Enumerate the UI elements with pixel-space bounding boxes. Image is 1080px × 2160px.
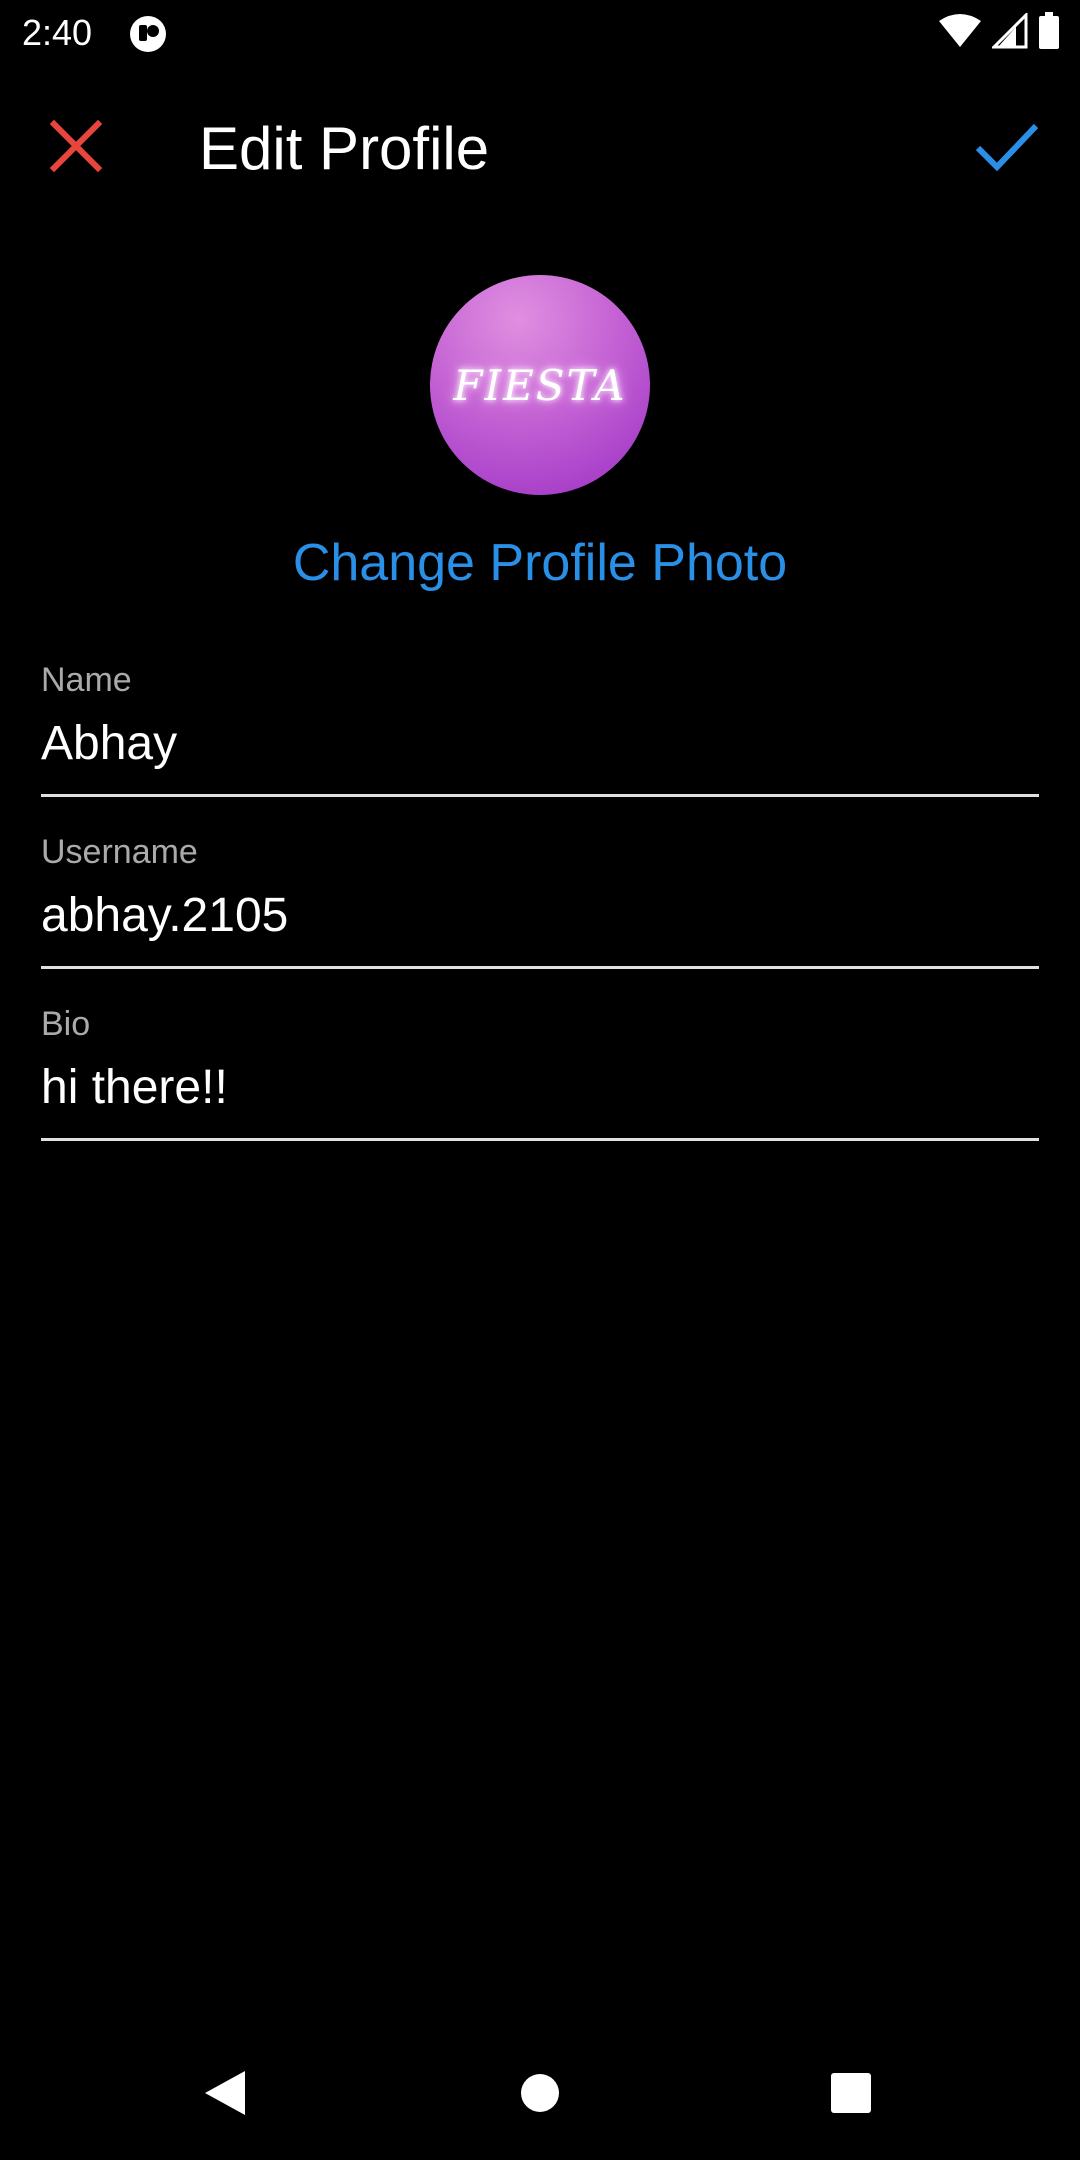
close-button[interactable] [36, 108, 116, 188]
bio-input[interactable]: hi there!! [41, 1053, 228, 1123]
navigation-bar [0, 2028, 1080, 2160]
save-button[interactable] [962, 104, 1052, 194]
bio-field-label: Bio [41, 1005, 91, 1043]
cellular-signal-icon [990, 10, 1028, 54]
page-title: Edit Profile [199, 115, 490, 182]
profile-avatar[interactable]: FIESTA [430, 275, 650, 495]
status-icons [938, 10, 1060, 55]
name-field-label: Name [41, 661, 132, 699]
status-bar: 2:40 [0, 0, 1080, 66]
app-bar: Edit Profile [0, 66, 1080, 218]
back-icon [203, 2069, 247, 2122]
close-icon [49, 119, 103, 177]
avatar-logo-text: FIESTA [453, 360, 627, 410]
app-notification-icon [128, 14, 168, 54]
name-field-underline [41, 794, 1039, 797]
username-field-label: Username [41, 833, 198, 871]
name-field[interactable]: Name Abhay [41, 657, 1039, 797]
recents-icon [830, 2072, 872, 2119]
username-field[interactable]: Username abhay.2105 [41, 829, 1039, 969]
home-icon [520, 2073, 560, 2118]
back-button[interactable] [180, 2050, 270, 2140]
change-profile-photo-link[interactable]: Change Profile Photo [0, 525, 1080, 601]
bio-field-underline [41, 1138, 1039, 1141]
battery-icon [1038, 11, 1060, 55]
status-time: 2:40 [22, 12, 93, 53]
recents-button[interactable] [806, 2050, 896, 2140]
home-button[interactable] [495, 2050, 585, 2140]
username-field-underline [41, 966, 1039, 969]
username-input[interactable]: abhay.2105 [41, 881, 288, 951]
checkmark-icon [975, 122, 1039, 177]
wifi-icon [938, 13, 982, 54]
name-input[interactable]: Abhay [41, 709, 177, 779]
bio-field[interactable]: Bio hi there!! [41, 1001, 1039, 1141]
